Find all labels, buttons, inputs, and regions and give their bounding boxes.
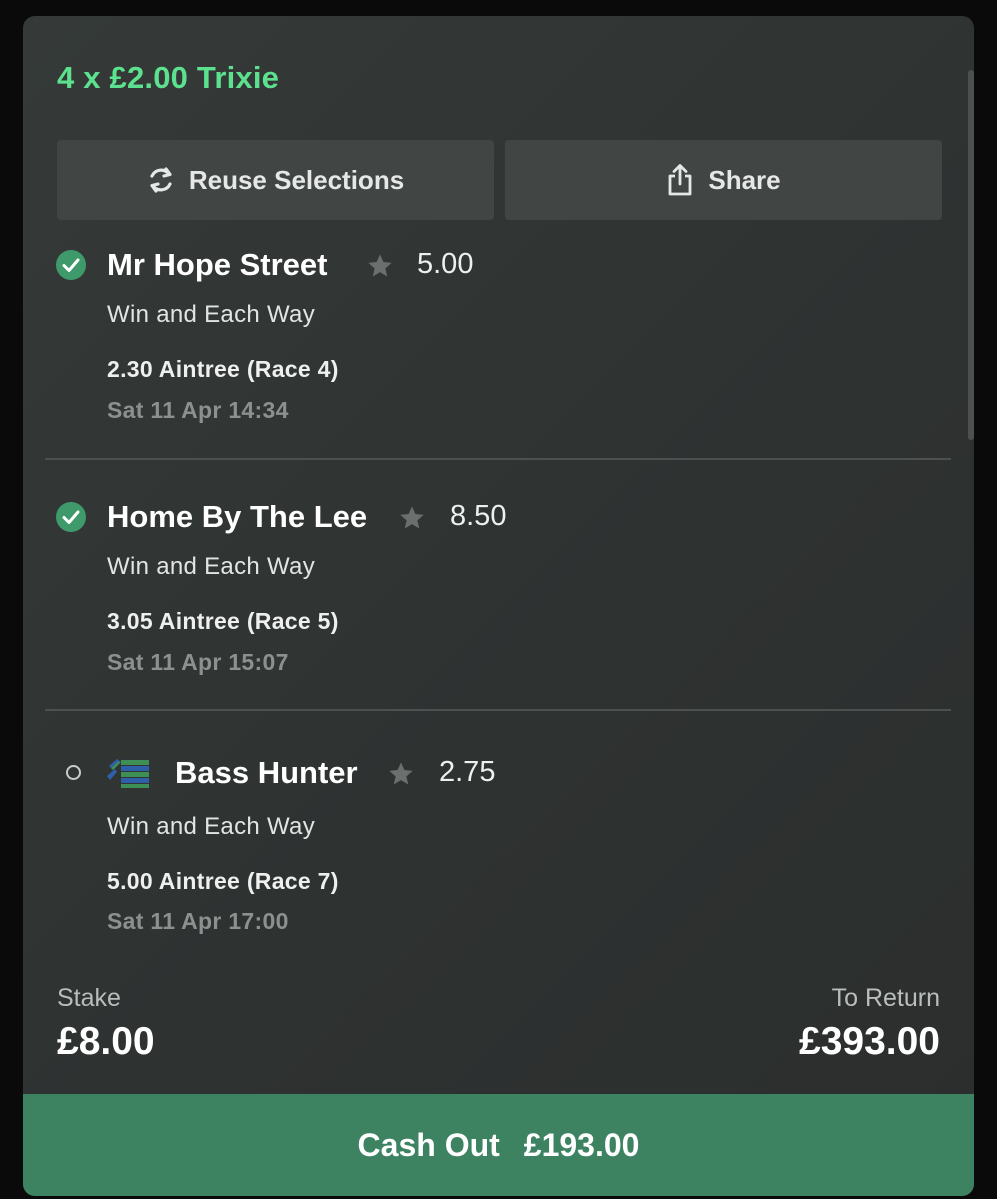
- check-circle-icon: [56, 250, 86, 280]
- selection-race[interactable]: 3.05 Aintree (Race 5): [107, 608, 339, 635]
- selection-name: Mr Hope Street: [107, 247, 328, 282]
- selection-market: Win and Each Way: [107, 813, 315, 840]
- star-icon[interactable]: [398, 504, 426, 532]
- bet-card: 4 x £2.00 Trixie Reuse Selections Share: [23, 16, 974, 1196]
- to-return-value: £393.00: [799, 1020, 940, 1063]
- share-label: Share: [708, 164, 781, 195]
- selection-name: Home By The Lee: [107, 499, 368, 534]
- selection-date: Sat 11 Apr 15:07: [107, 649, 289, 675]
- star-icon[interactable]: [387, 760, 415, 788]
- stake-label: Stake: [57, 984, 121, 1012]
- selection-market: Win and Each Way: [107, 301, 315, 328]
- selection-market: Win and Each Way: [107, 553, 315, 580]
- selection-date: Sat 11 Apr 14:34: [107, 397, 289, 423]
- cash-out-label: Cash Out: [357, 1126, 500, 1163]
- selection-odds: 5.00: [417, 248, 474, 280]
- divider: [45, 709, 951, 711]
- to-return-label: To Return: [831, 984, 940, 1012]
- cash-out-amount: £193.00: [523, 1126, 640, 1163]
- selection-odds: 8.50: [450, 500, 507, 532]
- share-button[interactable]: Share: [505, 140, 942, 220]
- selection-race[interactable]: 5.00 Aintree (Race 7): [107, 868, 339, 895]
- selection-name: Bass Hunter: [175, 755, 358, 790]
- reuse-selections-button[interactable]: Reuse Selections: [57, 140, 494, 220]
- selection-date: Sat 11 Apr 17:00: [107, 908, 289, 934]
- selection-odds: 2.75: [439, 756, 496, 788]
- star-icon[interactable]: [366, 252, 394, 280]
- selection-race[interactable]: 2.30 Aintree (Race 4): [107, 356, 339, 383]
- scrollbar[interactable]: [968, 70, 974, 440]
- cash-out-button[interactable]: Cash Out £193.00: [23, 1094, 974, 1196]
- divider: [45, 458, 951, 460]
- refresh-icon: [147, 165, 175, 195]
- radio-empty-icon: [66, 765, 81, 780]
- reuse-selections-label: Reuse Selections: [188, 164, 405, 195]
- bet-title: 4 x £2.00 Trixie: [57, 60, 280, 95]
- check-circle-icon: [56, 502, 86, 532]
- share-icon: [666, 163, 694, 197]
- stake-value: £8.00: [57, 1020, 155, 1063]
- jockey-silks-icon: [107, 759, 149, 788]
